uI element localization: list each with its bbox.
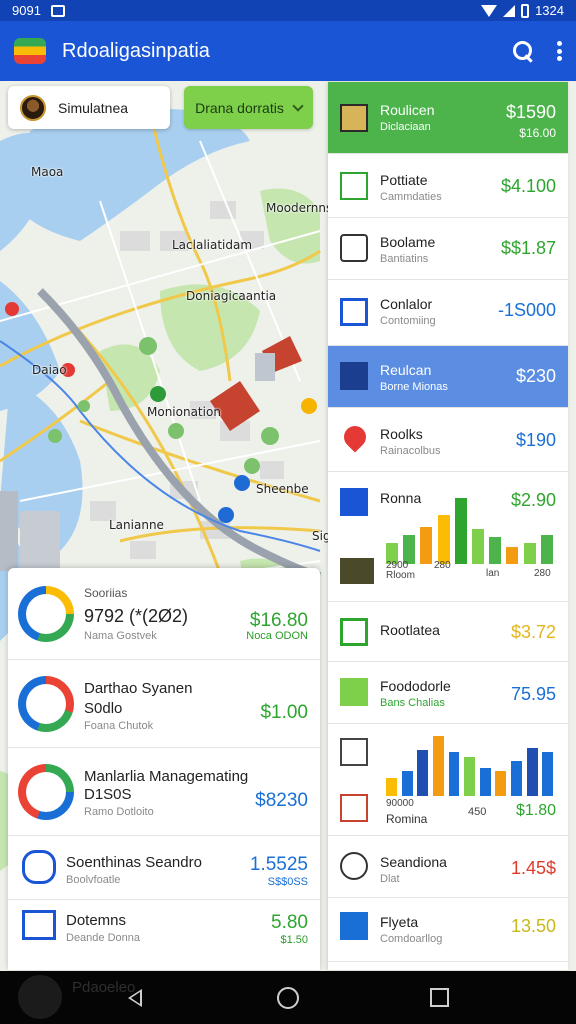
back-icon[interactable] bbox=[128, 989, 142, 1007]
home-icon[interactable] bbox=[277, 987, 299, 1009]
app-title: Rdoaligasinpatia bbox=[62, 39, 210, 62]
list-item[interactable]: Soenthinas Seandro Boolvfoatle 1.5525 S$… bbox=[8, 836, 320, 900]
list-item[interactable]: Flyeta Comdoarllog 13.50 bbox=[328, 898, 568, 962]
list-item[interactable]: Dotemns Deande Donna 5.80 $1.50 bbox=[8, 900, 320, 970]
more-options-icon[interactable] bbox=[556, 41, 562, 61]
route-sign-icon bbox=[340, 488, 368, 516]
map-label: Monionation bbox=[147, 405, 221, 419]
chart-bar bbox=[523, 542, 536, 564]
route-icon bbox=[340, 362, 368, 390]
building-icon bbox=[340, 298, 368, 326]
map-label: Daiao bbox=[32, 363, 67, 377]
donut-chart-icon bbox=[18, 676, 74, 732]
map-label: Maoa bbox=[31, 165, 64, 179]
donate-button-label: Drana dorratis bbox=[195, 99, 284, 116]
avatar bbox=[20, 94, 46, 121]
list-item[interactable]: Pottiate Cammdaties $4.100 bbox=[328, 154, 568, 218]
chart-bar bbox=[540, 534, 553, 564]
chart-bar bbox=[454, 498, 467, 564]
map-label: Laclaliatidam bbox=[172, 238, 253, 252]
chart-bar bbox=[511, 761, 523, 796]
location-pin-icon bbox=[339, 421, 371, 453]
battery-icon bbox=[521, 3, 530, 18]
search-icon[interactable] bbox=[512, 40, 534, 62]
list-item[interactable]: Rootlatea $3.72 bbox=[328, 602, 568, 662]
status-time-right: 1324 bbox=[535, 3, 564, 18]
bus-icon bbox=[340, 234, 368, 262]
signal-icon bbox=[503, 4, 516, 17]
donut-chart-icon bbox=[18, 586, 74, 642]
right-list-panel: Roulicen Diclaciaan $1590 $16.00 Pottiat… bbox=[328, 82, 568, 970]
app-logo-icon bbox=[14, 38, 46, 64]
list-item[interactable]: Foododorle Bans Chalias 75.95 bbox=[328, 662, 568, 724]
donut-chart-icon bbox=[18, 764, 74, 820]
chart-bar bbox=[401, 770, 413, 796]
location-chip[interactable]: Simulatnea bbox=[8, 86, 170, 129]
leaf-icon bbox=[340, 678, 368, 706]
list-item[interactable]: Boolame Bantiatins $$1.87 bbox=[328, 218, 568, 280]
list-item[interactable]: Conlalor Contomiing -1S000 bbox=[328, 280, 568, 346]
status-bar: 9091 1324 bbox=[0, 0, 576, 21]
map-label: Sheenbe bbox=[256, 482, 309, 496]
app-bar: Rdoaligasinpatia bbox=[0, 21, 576, 81]
list-item[interactable]: Roulicen Diclaciaan $1590 $16.00 bbox=[328, 82, 568, 154]
fab-button[interactable] bbox=[18, 975, 62, 1019]
gear-icon bbox=[22, 850, 56, 884]
bar-chart-a bbox=[386, 498, 558, 564]
list-item[interactable]: Reulcan Borne Mionas $230 bbox=[328, 346, 568, 408]
wifi-icon bbox=[481, 4, 498, 17]
chart-bar bbox=[420, 527, 433, 564]
list-item[interactable]: Seandiona Dlat 1.45$ bbox=[328, 836, 568, 898]
list-item[interactable]: Sooriias 9792 (*(2Ø2) Nama Gostvek $16.8… bbox=[8, 568, 320, 660]
chart-bar bbox=[489, 536, 502, 564]
chart-bar bbox=[479, 768, 491, 796]
chart-bar bbox=[386, 777, 397, 796]
chart-bar bbox=[464, 756, 476, 796]
bar-chart-b bbox=[386, 736, 558, 796]
donate-dropdown-button[interactable]: Drana dorratis bbox=[184, 86, 313, 129]
chart-icon bbox=[340, 172, 368, 200]
notification-icon bbox=[50, 4, 65, 17]
grid-icon bbox=[340, 618, 368, 646]
chart-bar bbox=[526, 747, 538, 796]
status-time-left: 9091 bbox=[12, 3, 41, 18]
chart-bar bbox=[417, 749, 429, 796]
recent-apps-icon[interactable] bbox=[430, 988, 449, 1007]
chart-bar bbox=[472, 529, 485, 564]
system-nav-bar: Pdaoeleo bbox=[0, 971, 576, 1024]
location-chip-label: Simulatnea bbox=[58, 99, 129, 116]
store-icon bbox=[340, 104, 368, 132]
summary-panel: Sooriias 9792 (*(2Ø2) Nama Gostvek $16.8… bbox=[8, 568, 320, 970]
profile-icon bbox=[340, 912, 368, 940]
map-label: Moodernns bbox=[266, 201, 333, 215]
chart-bar bbox=[432, 736, 444, 796]
chart-bar bbox=[495, 770, 507, 796]
list-item[interactable]: Manlarlia Managemating D1S0S Ramo Dotloi… bbox=[8, 748, 320, 836]
book-icon bbox=[340, 794, 368, 822]
list-item[interactable]: 90000 450 Romina $1.80 bbox=[328, 724, 568, 836]
list-item[interactable]: Roolks Rainacolbus $190 bbox=[328, 408, 568, 472]
bar-chart-icon bbox=[22, 910, 56, 940]
list-item[interactable]: Ronna $2.90 Rloom 2900 280 lan 280 bbox=[328, 472, 568, 602]
face-icon bbox=[340, 852, 368, 880]
chevron-down-icon bbox=[292, 99, 304, 112]
map-label: Doniagicaantia bbox=[186, 289, 277, 303]
fab-label: Pdaoeleo bbox=[72, 979, 136, 996]
pen-icon bbox=[340, 738, 368, 766]
map-label: Lanianne bbox=[109, 518, 164, 532]
chart-bar bbox=[542, 752, 554, 796]
chart-bar bbox=[437, 515, 450, 564]
list-item[interactable]: Darthao Syanen S0dlo Foana Chutok $1.00 bbox=[8, 660, 320, 748]
truck-icon bbox=[340, 558, 374, 584]
chart-bar bbox=[448, 752, 460, 796]
chart-bar bbox=[506, 546, 519, 564]
